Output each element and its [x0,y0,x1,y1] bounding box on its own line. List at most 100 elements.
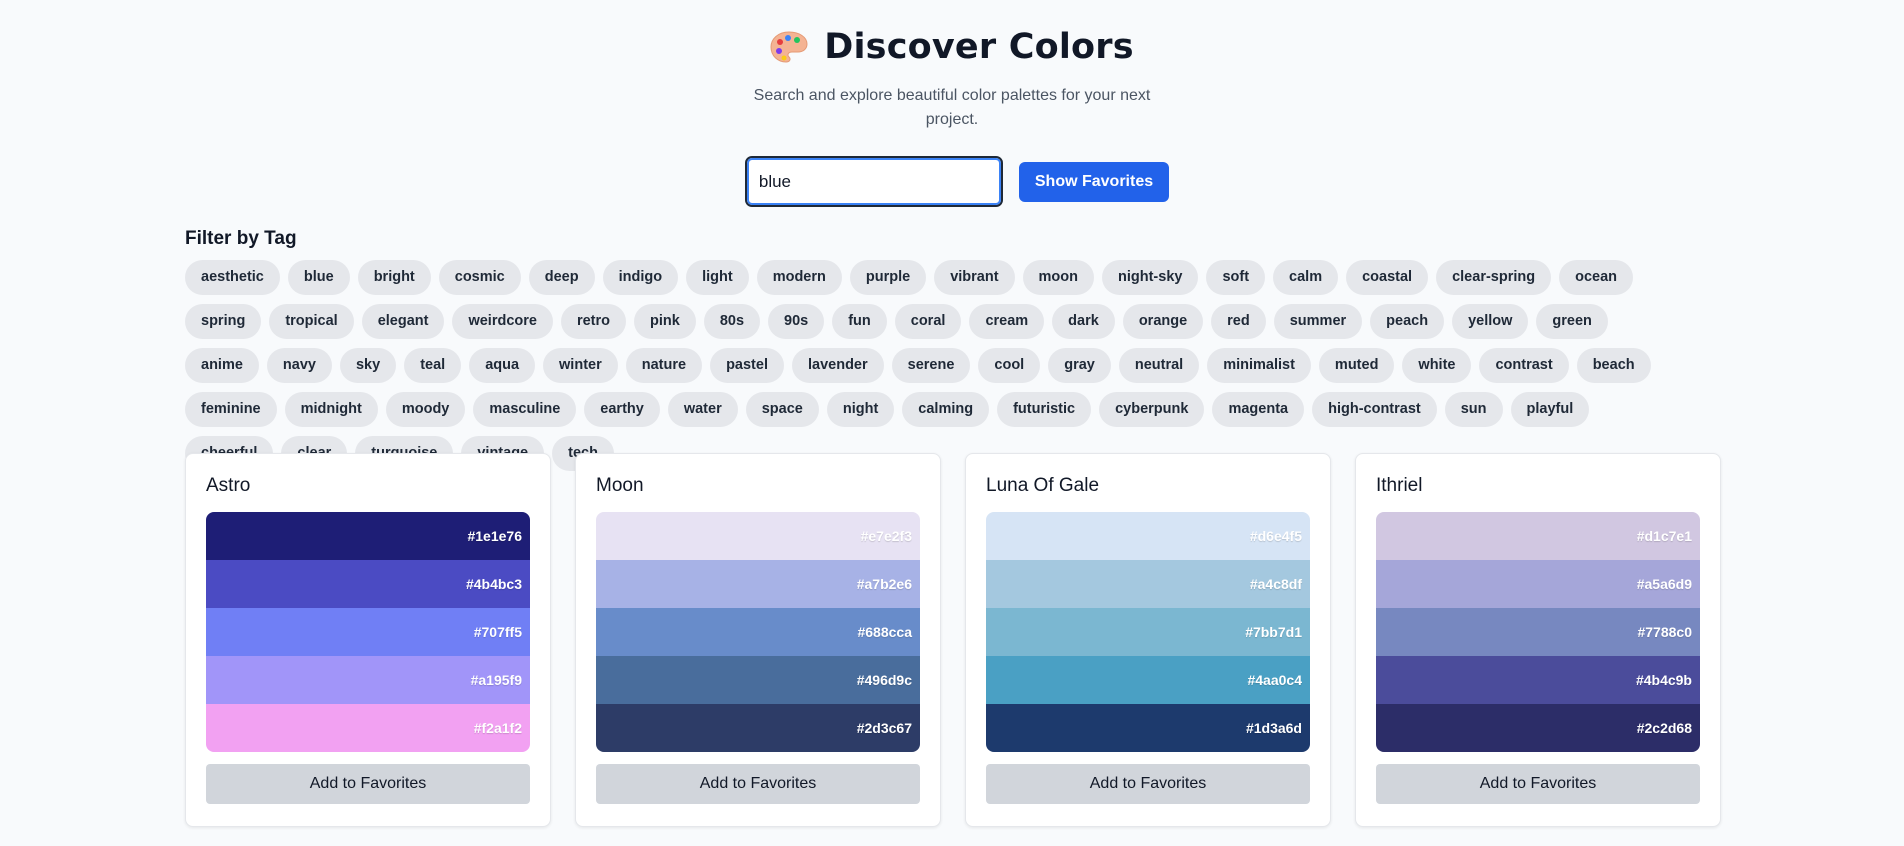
tag-chip[interactable]: gray [1048,348,1111,383]
tag-chip[interactable]: summer [1273,304,1363,339]
tag-chip[interactable]: feminine [185,392,277,427]
color-swatch[interactable]: #2c2d68 [1376,704,1700,752]
tag-chip[interactable]: blue [287,260,350,295]
tag-chip[interactable]: midnight [284,392,378,427]
tag-chip[interactable]: night [826,392,895,427]
tag-chip[interactable]: minimalist [1207,348,1311,383]
tag-chip[interactable]: 80s [703,304,761,339]
tag-chip[interactable]: coral [894,304,962,339]
tag-chip[interactable]: teal [404,348,462,383]
tag-chip[interactable]: retro [560,304,626,339]
add-to-favorites-button[interactable]: Add to Favorites [596,764,920,804]
color-swatch[interactable]: #1e1e76 [206,512,530,560]
add-to-favorites-button[interactable]: Add to Favorites [1376,764,1700,804]
tag-chip[interactable]: masculine [473,392,577,427]
tag-chip[interactable]: spring [185,304,262,339]
color-swatch[interactable]: #2d3c67 [596,704,920,752]
tag-chip[interactable]: neutral [1118,348,1200,383]
color-swatch[interactable]: #d1c7e1 [1376,512,1700,560]
tag-chip[interactable]: magenta [1212,392,1305,427]
tag-chip[interactable]: space [745,392,819,427]
tag-chip[interactable]: cyberpunk [1099,392,1205,427]
tag-chip[interactable]: lavender [791,348,884,383]
tag-chip[interactable]: calm [1273,260,1339,295]
tag-chip[interactable]: playful [1510,392,1590,427]
tag-chip[interactable]: cosmic [438,260,521,295]
tag-chip[interactable]: cool [978,348,1041,383]
color-swatch[interactable]: #a195f9 [206,656,530,704]
tag-chip[interactable]: calming [902,392,990,427]
tag-chip[interactable]: clear-spring [1436,260,1552,295]
color-swatch[interactable]: #e7e2f3 [596,512,920,560]
tag-chip[interactable]: fun [832,304,887,339]
tag-chip[interactable]: anime [185,348,259,383]
tag-chip[interactable]: pastel [710,348,784,383]
tag-chip[interactable]: coastal [1346,260,1429,295]
tag-chip[interactable]: water [667,392,738,427]
tag-chip[interactable]: 90s [768,304,825,339]
tag-chip[interactable]: high-contrast [1312,392,1437,427]
tag-chip[interactable]: cream [969,304,1045,339]
tag-chip[interactable]: light [686,260,749,295]
tag-list: aesthetic blue bright cosmic deep indigo light… [185,260,1685,471]
palette-name: Ithriel [1376,475,1423,496]
color-swatch[interactable]: #d6e4f5 [986,512,1310,560]
palette-card: Moon #e7e2f3 #a7b2e6 #688cca #496d9c #2d3c67 A… [575,453,941,827]
tag-chip[interactable]: bright [357,260,431,295]
color-swatch[interactable]: #a5a6d9 [1376,560,1700,608]
tag-chip[interactable]: aesthetic [185,260,280,295]
show-favorites-button[interactable]: Show Favorites [1018,161,1170,202]
tag-chip[interactable]: winter [543,348,618,383]
color-swatch[interactable]: #a4c8df [986,560,1310,608]
tag-chip[interactable]: orange [1122,304,1204,339]
tag-chip[interactable]: sky [339,348,397,383]
color-swatch[interactable]: #a7b2e6 [596,560,920,608]
color-swatch[interactable]: #707ff5 [206,608,530,656]
color-swatch[interactable]: #f2a1f2 [206,704,530,752]
color-swatch[interactable]: #7bb7d1 [986,608,1310,656]
color-swatch[interactable]: #688cca [596,608,920,656]
tag-chip[interactable]: deep [528,260,595,295]
add-to-favorites-button[interactable]: Add to Favorites [986,764,1310,804]
tag-chip[interactable]: vibrant [934,260,1015,295]
tag-chip[interactable]: contrast [1479,348,1569,383]
add-to-favorites-button[interactable]: Add to Favorites [206,764,530,804]
tag-chip[interactable]: tropical [269,304,354,339]
search-input[interactable] [744,156,1003,207]
tag-chip[interactable]: modern [756,260,842,295]
page-title: Discover Colors [824,27,1134,67]
tag-chip[interactable]: nature [625,348,703,383]
color-swatch[interactable]: #4b4bc3 [206,560,530,608]
palette-card: Luna Of Gale #d6e4f5 #a4c8df #7bb7d1 #4aa0c4… [965,453,1331,827]
color-swatch[interactable]: #496d9c [596,656,920,704]
tag-chip[interactable]: yellow [1452,304,1529,339]
tag-chip[interactable]: ocean [1559,260,1634,295]
tag-chip[interactable]: earthy [584,392,660,427]
tag-chip[interactable]: pink [634,304,696,339]
color-swatch[interactable]: #7788c0 [1376,608,1700,656]
tag-chip[interactable]: peach [1370,304,1445,339]
tag-chip[interactable]: beach [1576,348,1651,383]
tag-chip[interactable]: indigo [602,260,679,295]
tag-chip[interactable]: navy [266,348,332,383]
tag-chip[interactable]: futuristic [997,392,1092,427]
tag-chip[interactable]: serene [891,348,971,383]
tag-chip[interactable]: soft [1206,260,1266,295]
color-swatch[interactable]: #1d3a6d [986,704,1310,752]
tag-chip[interactable]: dark [1052,304,1115,339]
color-swatch[interactable]: #4aa0c4 [986,656,1310,704]
tag-chip[interactable]: elegant [361,304,445,339]
tag-chip[interactable]: sun [1444,392,1503,427]
tag-chip[interactable]: moon [1022,260,1094,295]
tag-chip[interactable]: weirdcore [452,304,553,339]
tag-chip[interactable]: purple [849,260,927,295]
tag-chip[interactable]: muted [1318,348,1395,383]
tag-chip[interactable]: moody [385,392,466,427]
tag-chip[interactable]: green [1536,304,1608,339]
tag-chip[interactable]: red [1211,304,1266,339]
tag-chip[interactable]: night-sky [1102,260,1199,295]
tag-chip[interactable]: white [1402,348,1472,383]
palette-card: Ithriel #d1c7e1 #a5a6d9 #7788c0 #4b4c9b #2c2d… [1355,453,1721,827]
tag-chip[interactable]: aqua [469,348,536,383]
color-swatch[interactable]: #4b4c9b [1376,656,1700,704]
